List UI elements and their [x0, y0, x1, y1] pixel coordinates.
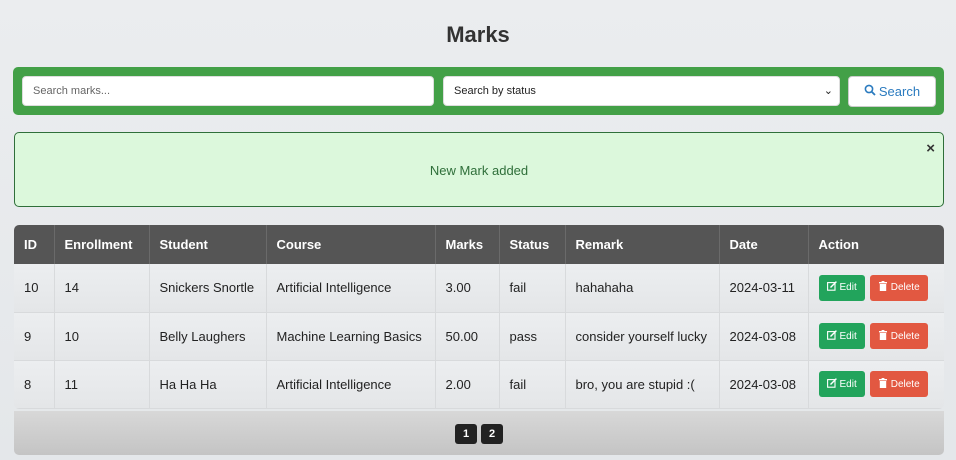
table-row: 10 14 Snickers Snortle Artificial Intell… [14, 264, 944, 313]
cell-marks: 50.00 [435, 312, 500, 361]
cell-action: Edit Delete [808, 360, 944, 409]
cell-student: Belly Laughers [149, 312, 267, 361]
cell-id: 8 [14, 360, 55, 409]
table-header-row: ID Enrollment Student Course Marks Statu… [14, 225, 944, 264]
delete-button[interactable]: Delete [869, 323, 928, 349]
status-select-value: Search by status [454, 85, 536, 97]
edit-button-label: Edit [839, 330, 857, 342]
search-input[interactable] [22, 76, 434, 106]
trash-icon [878, 377, 888, 391]
cell-date: 2024-03-11 [719, 264, 809, 313]
cell-date: 2024-03-08 [719, 360, 809, 409]
success-alert: New Mark added × [14, 132, 944, 207]
cell-enrollment: 14 [54, 264, 150, 313]
page-button-1[interactable]: 1 [455, 424, 477, 444]
column-header-enrollment: Enrollment [54, 225, 150, 264]
column-header-action: Action [808, 225, 944, 264]
cell-student: Ha Ha Ha [149, 360, 267, 409]
edit-button[interactable]: Edit [818, 323, 865, 349]
alert-message: New Mark added [429, 163, 529, 178]
delete-button[interactable]: Delete [869, 371, 928, 397]
cell-id: 9 [14, 312, 55, 361]
cell-enrollment: 10 [54, 312, 150, 361]
column-header-id: ID [14, 225, 55, 264]
cell-marks: 2.00 [435, 360, 500, 409]
table-row: 9 10 Belly Laughers Machine Learning Bas… [14, 312, 944, 361]
page-title: Marks [446, 22, 510, 47]
edit-icon [826, 329, 837, 343]
chevron-down-icon: ⌄ [823, 85, 833, 97]
delete-button-label: Delete [890, 378, 920, 390]
pagination: 1 2 [14, 411, 944, 455]
column-header-date: Date [719, 225, 809, 264]
edit-button[interactable]: Edit [818, 274, 865, 301]
column-header-student: Student [149, 225, 267, 264]
trash-icon [878, 329, 888, 343]
cell-id: 10 [14, 264, 55, 313]
edit-button[interactable]: Edit [818, 371, 865, 397]
cell-marks: 3.00 [435, 264, 500, 313]
cell-course: Artificial Intelligence [266, 264, 436, 313]
cell-action: Edit Delete [808, 312, 944, 361]
search-icon [864, 84, 876, 99]
cell-course: Machine Learning Basics [266, 312, 436, 361]
trash-icon [878, 281, 888, 294]
column-header-marks: Marks [435, 225, 500, 264]
cell-date: 2024-03-08 [719, 312, 809, 361]
edit-button-label: Edit [839, 378, 857, 390]
table-row: 8 11 Ha Ha Ha Artificial Intelligence 2.… [14, 360, 944, 409]
edit-icon [826, 377, 837, 391]
marks-table: ID Enrollment Student Course Marks Statu… [14, 225, 944, 409]
column-header-status: Status [499, 225, 566, 264]
cell-remark: hahahaha [565, 264, 720, 313]
edit-button-label: Edit [839, 282, 857, 294]
cell-action: Edit Delete [808, 264, 944, 313]
column-header-remark: Remark [565, 225, 720, 264]
edit-icon [826, 281, 837, 294]
search-bar: Search by status ⌄ Search [13, 67, 944, 115]
search-button[interactable]: Search [848, 76, 936, 107]
delete-button-label: Delete [890, 330, 920, 342]
delete-button[interactable]: Delete [869, 274, 928, 301]
cell-enrollment: 11 [54, 360, 150, 409]
cell-status: fail [499, 360, 566, 409]
cell-student: Snickers Snortle [149, 264, 267, 313]
page-button-2[interactable]: 2 [481, 424, 503, 444]
cell-status: fail [499, 264, 566, 313]
cell-status: pass [499, 312, 566, 361]
status-select[interactable]: Search by status ⌄ [443, 76, 840, 106]
cell-course: Artificial Intelligence [266, 360, 436, 409]
close-icon[interactable]: × [926, 141, 935, 156]
delete-button-label: Delete [890, 282, 920, 294]
column-header-course: Course [266, 225, 436, 264]
cell-remark: consider yourself lucky [565, 312, 720, 361]
search-button-label: Search [878, 84, 921, 99]
cell-remark: bro, you are stupid :( [565, 360, 720, 409]
